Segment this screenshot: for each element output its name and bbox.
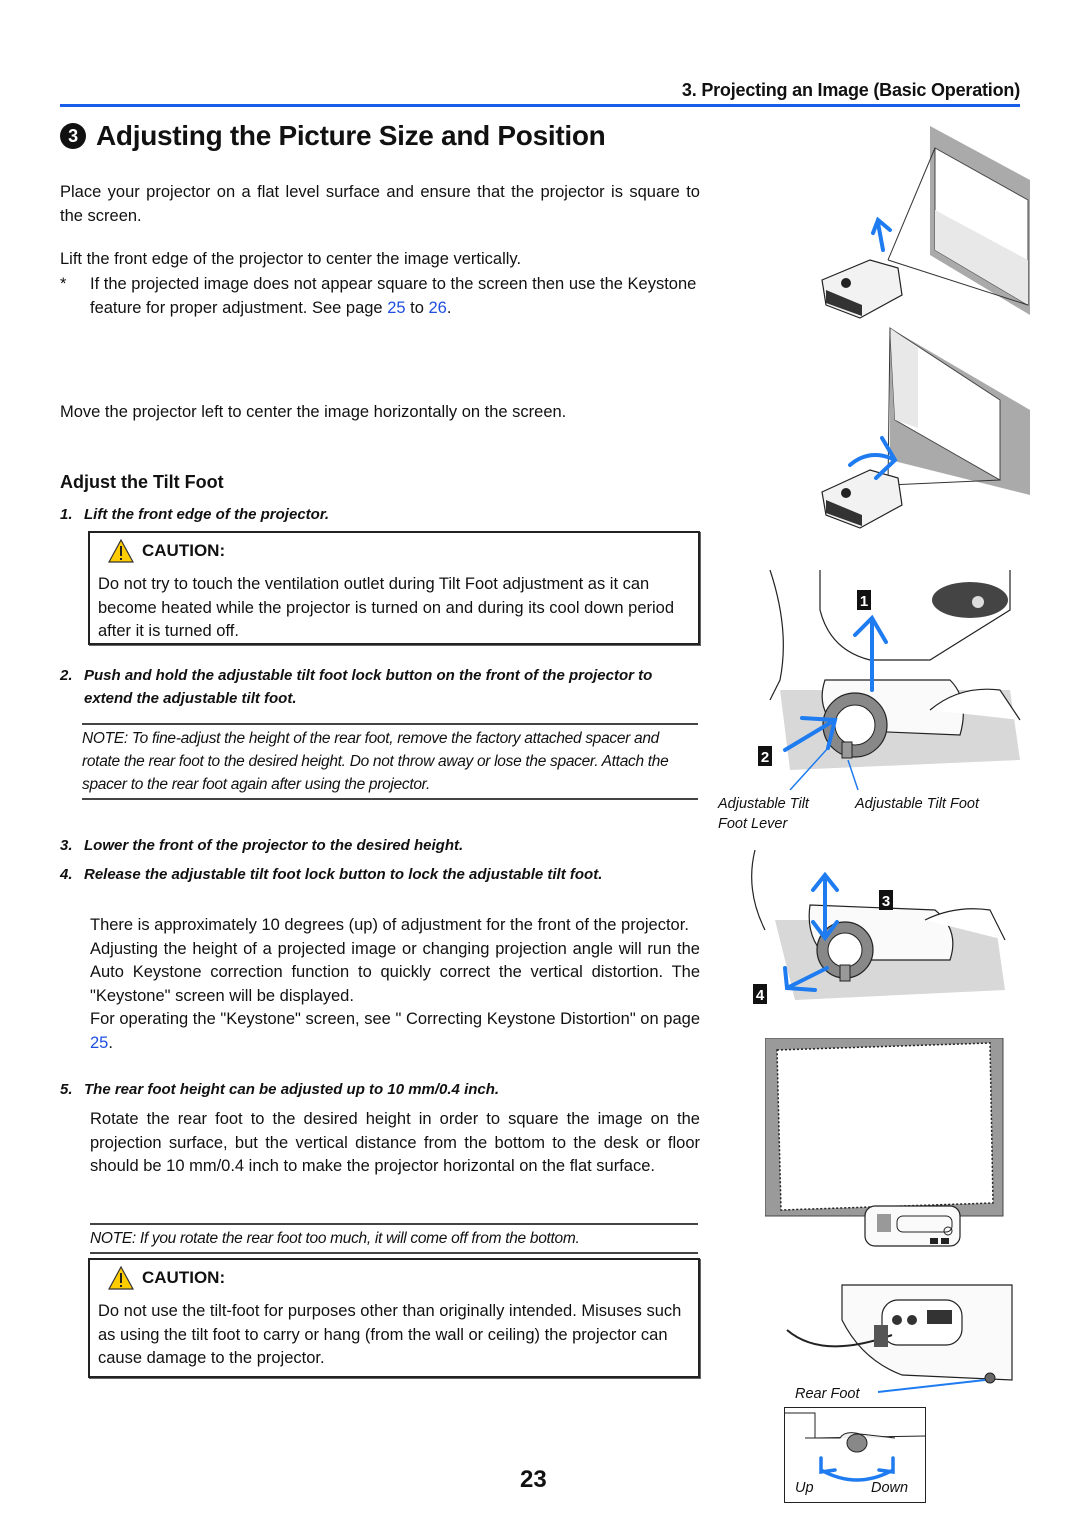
step-number: 2. (60, 667, 73, 684)
step-text: Release the adjustable tilt foot lock bu… (84, 866, 603, 883)
section-title-text: Adjusting the Picture Size and Position (96, 120, 606, 151)
callout-1: 1 (860, 593, 868, 610)
caution-label: CAUTION: (142, 1268, 226, 1287)
step-2: 2. Push and hold the adjustable tilt foo… (60, 664, 700, 710)
intro-paragraph: Place your projector on a flat level sur… (60, 183, 700, 225)
step-3: 3. Lower the front of the projector to t… (60, 834, 700, 857)
step-text: Lower the front of the projector to the … (84, 837, 464, 854)
page-link-25[interactable]: 25 (387, 299, 405, 317)
callout-4: 4 (756, 987, 765, 1004)
callout-3: 3 (882, 893, 890, 910)
figure-tilt-foot-lower: 3 4 (751, 850, 1006, 1004)
footnote-text-mid: to (405, 298, 429, 317)
move-paragraph: Move the projector left to center the im… (60, 403, 567, 421)
projected-area (776, 1042, 994, 1211)
projector-rear-icon (864, 1205, 961, 1247)
rear-foot-detail-box: Up Down (784, 1407, 926, 1503)
label-tilt-foot: Adjustable Tilt Foot (855, 796, 979, 812)
caution-header: CAUTION: (108, 1266, 225, 1290)
figure-vertical-centering (821, 126, 1030, 319)
page-link-25-keystone[interactable]: 25 (90, 1034, 108, 1052)
figure-screen-level (765, 1038, 1004, 1247)
header-rule (60, 104, 1020, 107)
keystone-footnote-text: If the projected image does not appear s… (90, 273, 700, 320)
step-5-body: Rotate the rear foot to the desired heig… (90, 1110, 700, 1175)
label-up: Up (795, 1480, 814, 1496)
caution-header: CAUTION: (108, 539, 225, 563)
note-rear-foot-overrotate: NOTE: If you rotate the rear foot too mu… (90, 1223, 698, 1254)
footnote-text-end: . (446, 298, 452, 317)
keystone-reference-end: . (108, 1033, 113, 1052)
rotate-up-down-arrow-icon (819, 1456, 895, 1482)
step-text: Lift the front edge of the projector. (84, 506, 329, 523)
warning-icon (108, 539, 134, 563)
caution-box-ventilation: CAUTION: Do not try to touch the ventila… (88, 531, 700, 645)
step-5: 5. The rear foot height can be adjusted … (60, 1078, 700, 1101)
section-title: 3 Adjusting the Picture Size and Positio… (60, 120, 606, 152)
step-4-body: There is approximately 10 degrees (up) o… (90, 914, 700, 1055)
keystone-reference-text: For operating the "Keystone" screen, see… (90, 1010, 700, 1028)
subsection-heading: Adjust the Tilt Foot (60, 472, 224, 492)
adjustment-range-text: There is approximately 10 degrees (up) o… (90, 916, 689, 934)
auto-keystone-text: Adjusting the height of a projected imag… (90, 939, 700, 1005)
label-down: Down (871, 1480, 909, 1496)
step-number: 1. (60, 506, 73, 523)
step-number: 5. (60, 1081, 73, 1098)
caution-text: Do not use the tilt-foot for purposes ot… (98, 1302, 682, 1367)
warning-icon (108, 1266, 134, 1290)
rear-foot-leader (877, 1379, 986, 1393)
lift-paragraph: Lift the front edge of the projector to … (60, 250, 522, 268)
projector-icon (821, 469, 903, 529)
caution-box-misuse: CAUTION: Do not use the tilt-foot for pu… (88, 1258, 700, 1378)
asterisk: * (60, 275, 67, 293)
step-text: Push and hold the adjustable tilt foot l… (84, 667, 653, 707)
caution-label: CAUTION: (142, 541, 226, 560)
callout-2: 2 (761, 749, 769, 766)
keystone-reference: For operating the "Keystone" screen, see… (90, 1008, 700, 1055)
keystone-footnote: * If the projected image does not appear… (60, 273, 700, 320)
step-1: 1. Lift the front edge of the projector. (60, 503, 700, 526)
label-tilt-foot-lever-line2: Foot Lever (718, 816, 788, 832)
step-number: 4. (60, 866, 73, 883)
up-arrow-icon (871, 216, 892, 252)
figure-horizontal-centering (821, 327, 1030, 529)
step-text: The rear foot height can be adjusted up … (84, 1081, 500, 1098)
label-tilt-foot-lever-line1: Adjustable Tilt (718, 796, 809, 812)
note-rear-foot-spacer: NOTE: To fine-adjust the height of the r… (82, 723, 698, 800)
projector-icon (821, 259, 903, 319)
label-tilt-foot-lever: Adjustable Tilt Foot Lever (718, 794, 809, 834)
caution-text: Do not try to touch the ventilation outl… (98, 575, 675, 640)
running-head: 3. Projecting an Image (Basic Operation) (681, 80, 1020, 100)
step-4: 4. Release the adjustable tilt foot lock… (60, 863, 700, 886)
page-link-26[interactable]: 26 (428, 299, 446, 317)
figure-tilt-foot-lift: 1 2 (758, 570, 1021, 790)
step-number: 3. (60, 837, 73, 854)
section-number-badge: 3 (60, 123, 86, 149)
label-rear-foot: Rear Foot (795, 1386, 860, 1402)
page-number: 23 (520, 1466, 547, 1493)
